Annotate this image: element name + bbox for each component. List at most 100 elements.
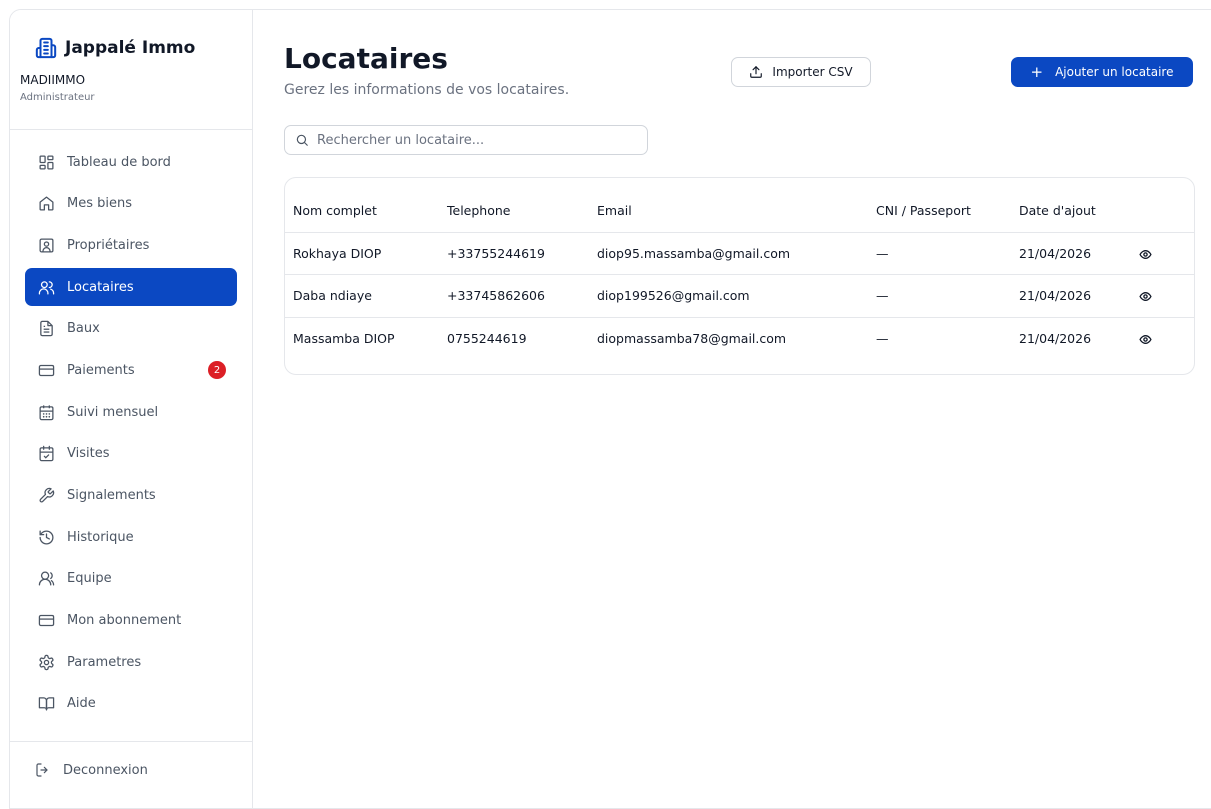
cell-actions <box>1131 317 1194 360</box>
cell-cni: — <box>876 331 889 346</box>
sidebar-item-parametres[interactable]: Parametres <box>25 643 237 681</box>
sidebar-item-baux[interactable]: Baux <box>25 310 237 348</box>
column-header-actions <box>1131 190 1194 233</box>
contact-card-icon <box>39 238 54 253</box>
sidebar-item-label: Suivi mensuel <box>67 404 159 420</box>
logout-label: Deconnexion <box>63 762 148 778</box>
sidebar-item-label: Parametres <box>67 654 142 670</box>
column-header-name[interactable]: Nom complet <box>285 190 439 233</box>
column-header-phone[interactable]: Telephone <box>439 190 589 233</box>
team-icon <box>38 571 55 586</box>
upload-icon <box>750 66 763 78</box>
sidebar-item-label: Equipe <box>67 571 112 587</box>
home-icon <box>39 196 54 211</box>
eye-icon[interactable] <box>1139 248 1152 261</box>
page-title: Locataires <box>284 42 448 75</box>
tenants-table-card: Nom complet Telephone Email CNI / Passep… <box>284 177 1195 375</box>
column-header-email[interactable]: Email <box>589 190 868 233</box>
credit-card-icon <box>38 614 55 627</box>
add-tenant-label: Ajouter un locataire <box>1055 65 1174 79</box>
cell-date: 21/04/2026 <box>1011 274 1131 318</box>
gear-icon <box>39 654 54 670</box>
app-window: Jappalé Immo MADIIMMO Administrateur Tab… <box>9 9 1211 809</box>
cell-name: Massamba DIOP <box>293 331 395 346</box>
cell-actions <box>1131 274 1194 318</box>
cell-name: Daba ndiaye <box>285 274 439 318</box>
page-subtitle: Gerez les informations de vos locataires… <box>284 82 570 98</box>
sidebar-item-visites[interactable]: Visites <box>25 435 237 473</box>
brand-name: Jappalé Immo <box>65 38 196 58</box>
sidebar-item-suivi-mensuel[interactable]: Suivi mensuel <box>25 393 237 431</box>
file-text-icon <box>40 321 53 337</box>
sidebar-item-signalements[interactable]: Signalements <box>25 477 237 515</box>
cell-date: 21/04/2026 <box>1019 331 1092 346</box>
eye-icon[interactable] <box>1139 290 1152 303</box>
sidebar-item-tableau-de-bord[interactable]: Tableau de bord <box>25 143 237 181</box>
sidebar-item-mon-abonnement[interactable]: Mon abonnement <box>25 602 237 640</box>
cell-phone: 0755244619 <box>447 331 527 346</box>
add-tenant-button[interactable]: + Ajouter un locataire <box>1011 57 1193 87</box>
cell-cni: — <box>868 232 1011 275</box>
org-name: MADIIMMO <box>20 73 86 87</box>
table-row[interactable]: Daba ndiaye +33745862606 diop199526@gmai… <box>285 274 1194 318</box>
cell-phone: +33755244619 <box>439 232 589 275</box>
cell-email: diop95.massamba@gmail.com <box>589 232 868 275</box>
sidebar-item-locataires[interactable]: Locataires <box>25 268 237 307</box>
sidebar-item-label: Propriétaires <box>67 237 150 253</box>
sidebar: Jappalé Immo MADIIMMO Administrateur Tab… <box>10 10 253 808</box>
users-icon <box>38 280 55 295</box>
logout-icon <box>36 763 48 777</box>
import-csv-button[interactable]: Importer CSV <box>731 57 871 87</box>
sidebar-divider <box>10 741 253 742</box>
sidebar-item-aide[interactable]: Aide <box>25 685 237 723</box>
sidebar-item-label: Paiements <box>67 362 135 378</box>
wrench-icon <box>39 487 55 503</box>
table-row[interactable]: Rokhaya DIOP +33755244619 diop95.massamb… <box>285 232 1194 275</box>
org-role: Administrateur <box>20 92 95 103</box>
search-input[interactable] <box>317 132 637 148</box>
cell-date: 21/04/2026 <box>1011 232 1131 275</box>
import-csv-label: Importer CSV <box>772 65 853 79</box>
brand[interactable]: Jappalé Immo <box>35 37 195 59</box>
dashboard-icon <box>39 154 54 170</box>
table-header-row: Nom complet Telephone Email CNI / Passep… <box>285 190 1194 233</box>
history-icon <box>39 530 54 545</box>
sidebar-divider <box>10 129 253 130</box>
sidebar-item-paiements[interactable]: Paiements 2 <box>25 351 237 389</box>
sidebar-item-label: Aide <box>67 696 96 712</box>
table-row[interactable]: Massamba DIOP 0755244619 diopmassamba78@… <box>285 317 1194 360</box>
tenants-table: Nom complet Telephone Email CNI / Passep… <box>285 190 1194 360</box>
sidebar-item-label: Mes biens <box>67 196 132 212</box>
sidebar-item-label: Visites <box>67 446 110 462</box>
calendar-check-icon <box>39 446 54 462</box>
sidebar-item-historique[interactable]: Historique <box>25 518 237 556</box>
search-icon <box>296 134 308 146</box>
book-icon <box>38 697 55 711</box>
building-icon <box>35 37 57 59</box>
sidebar-item-label: Tableau de bord <box>67 154 171 170</box>
logout-button[interactable]: Deconnexion <box>35 762 148 778</box>
sidebar-item-label: Mon abonnement <box>67 613 182 629</box>
main-content: Locataires Gerez les informations de vos… <box>254 10 1211 808</box>
eye-icon[interactable] <box>1139 333 1152 346</box>
sidebar-item-label: Signalements <box>67 488 156 503</box>
plus-icon: + <box>1030 62 1044 81</box>
cell-actions <box>1131 232 1194 275</box>
sidebar-item-equipe[interactable]: Equipe <box>25 560 237 598</box>
column-header-date[interactable]: Date d'ajout <box>1011 190 1131 233</box>
sidebar-item-label: Locataires <box>67 279 134 295</box>
cell-email: diop199526@gmail.com <box>589 274 868 318</box>
notification-badge: 2 <box>208 361 226 380</box>
column-header-cni[interactable]: CNI / Passeport <box>868 190 1011 233</box>
cell-cni: — <box>868 274 1011 318</box>
credit-card-icon <box>38 364 55 377</box>
sidebar-item-mes-biens[interactable]: Mes biens <box>25 185 237 223</box>
sidebar-item-label: Baux <box>67 321 100 337</box>
sidebar-item-label: Historique <box>67 529 134 545</box>
cell-phone: +33745862606 <box>439 274 589 318</box>
cell-name: Rokhaya DIOP <box>285 232 439 275</box>
sidebar-nav: Tableau de bord Mes biens Propriétaires … <box>25 143 237 727</box>
sidebar-item-proprietaires[interactable]: Propriétaires <box>25 226 237 264</box>
cell-email: diopmassamba78@gmail.com <box>597 331 787 346</box>
search-box <box>284 125 648 155</box>
